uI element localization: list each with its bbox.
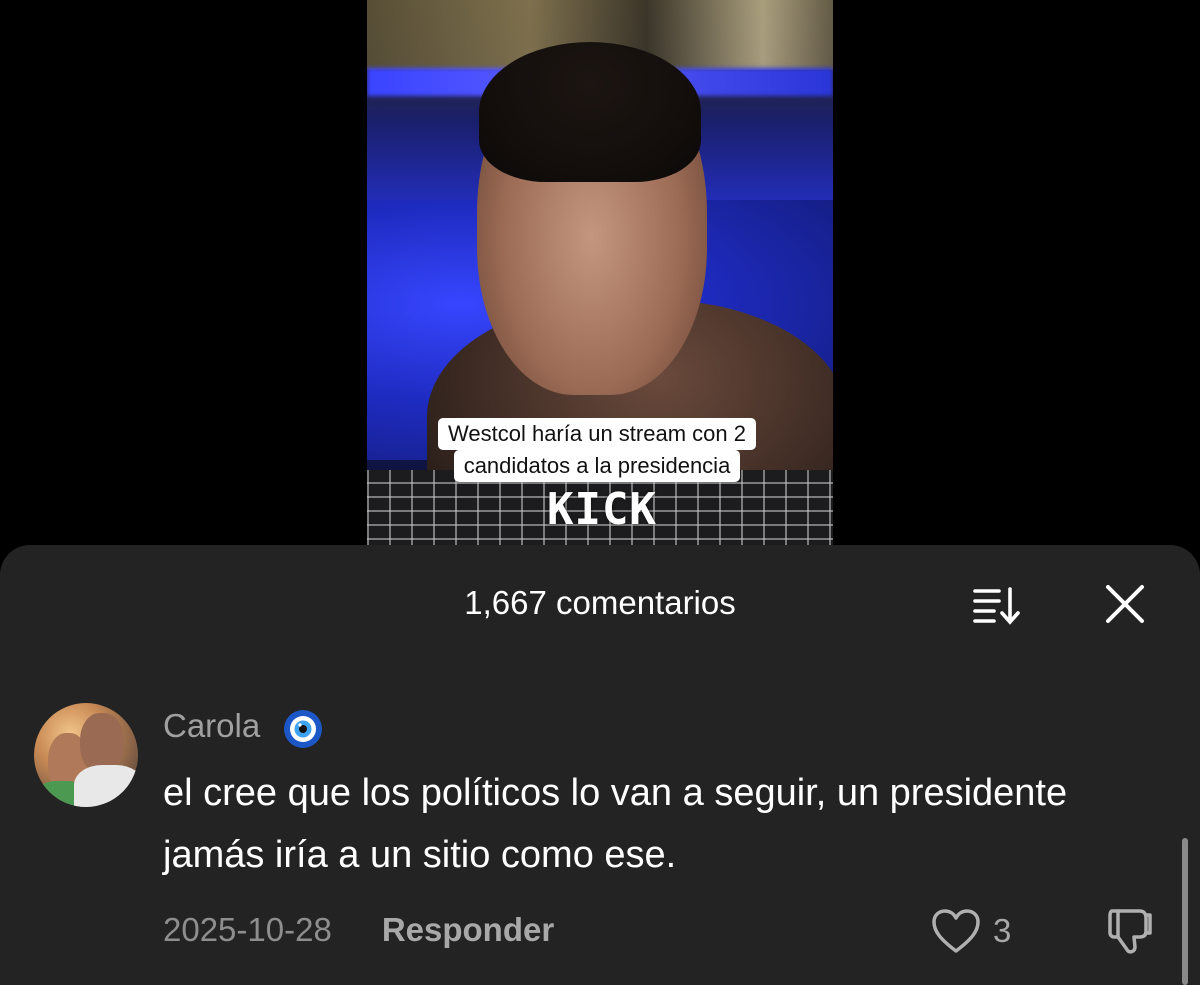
comments-panel: 1,667 comentarios Carola el cree que los… xyxy=(0,545,1200,985)
kick-watermark: KICK xyxy=(547,484,657,535)
heart-outline-icon xyxy=(932,909,980,953)
sort-button[interactable] xyxy=(972,585,1024,625)
dislike-button[interactable] xyxy=(1104,905,1156,957)
comment-item: Carola el cree que los políticos lo van … xyxy=(0,700,1200,954)
thumbs-down-icon xyxy=(1108,909,1152,954)
person-hair xyxy=(479,42,701,182)
video-caption: Westcol haría un stream con 2 candidatos… xyxy=(412,418,782,482)
avatar-shirt-2 xyxy=(74,765,138,807)
close-button[interactable] xyxy=(1104,583,1146,625)
close-icon xyxy=(1106,585,1144,623)
like-count: 3 xyxy=(993,912,1012,949)
sort-icon xyxy=(973,587,1020,625)
caption-line-2: candidatos a la presidencia xyxy=(453,450,741,482)
comment-date: 2025-10-28 xyxy=(163,911,332,948)
scrollbar[interactable] xyxy=(1182,838,1188,985)
caption-line-1: Westcol haría un stream con 2 xyxy=(438,418,756,450)
comment-text: el cree que los políticos lo van a segui… xyxy=(163,772,1068,876)
screen: Westcol haría un stream con 2 candidatos… xyxy=(0,0,1200,985)
nazar-amulet-icon xyxy=(284,710,322,748)
like-button[interactable] xyxy=(930,907,982,955)
reply-button[interactable]: Responder xyxy=(382,911,554,949)
avatar-person-2 xyxy=(80,713,124,773)
comment-meta: 2025-10-28 Responder xyxy=(163,905,554,955)
comment-username[interactable]: Carola xyxy=(163,705,260,747)
video-player[interactable]: Westcol haría un stream con 2 candidatos… xyxy=(367,0,833,545)
avatar[interactable] xyxy=(34,703,138,807)
